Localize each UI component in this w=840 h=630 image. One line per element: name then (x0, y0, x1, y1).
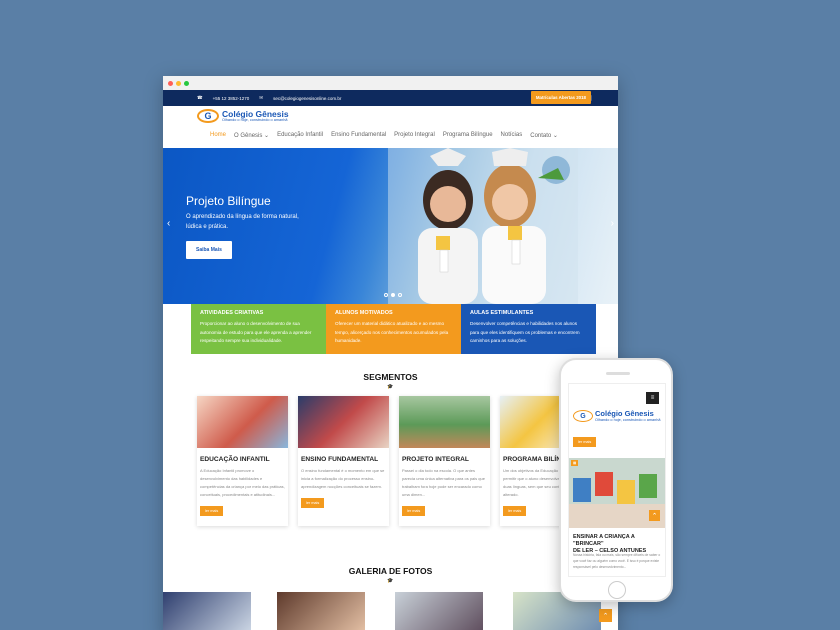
feature-title: AULAS ESTIMULANTES (470, 310, 534, 316)
gallery-photo[interactable] (277, 592, 365, 630)
close-dot[interactable] (168, 80, 173, 86)
feature-box: ATIVIDADES CRIATIVAS Proporcionar ao alu… (191, 304, 326, 354)
browser-window: ☎ +55 12 3852-1270 ✉ sec@colegiogenesiso… (163, 76, 618, 630)
hero-slider: Projeto Bilíngue O aprendizado da língua… (163, 148, 618, 304)
read-more-button[interactable]: ler mais (573, 437, 597, 447)
minimize-dot[interactable] (176, 80, 181, 86)
nav-contato[interactable]: Contato ⌄ (530, 132, 558, 139)
slider-dot[interactable] (391, 293, 395, 297)
maximize-dot[interactable] (184, 80, 189, 86)
logo-tagline: Olhando o hoje, construindo o amanhã (222, 118, 288, 122)
segment-text: O ensino fundamental é o momento em que … (301, 468, 385, 489)
nav-noticias[interactable]: Notícias (501, 132, 523, 139)
post-excerpt: Nossa história, fala ou mais, são sempre… (573, 553, 661, 569)
phone-speaker (606, 372, 630, 375)
read-more-button[interactable]: ler mais (200, 506, 224, 516)
feature-text: Desenvolver competências e habilidades n… (470, 321, 580, 343)
phone-home-button[interactable] (608, 581, 626, 599)
chevron-right-icon[interactable]: › (611, 218, 614, 229)
segment-card[interactable]: ENSINO FUNDAMENTAL O ensino fundamental … (298, 396, 389, 526)
phone-icon: ☎ (197, 95, 203, 100)
segment-cards: EDUCAÇÃO INFANTIL A Educação Infantil pr… (197, 396, 591, 526)
mail-icon: ✉ (259, 95, 264, 100)
feature-title: ALUNOS MOTIVADOS (335, 310, 393, 316)
hamburger-icon[interactable]: ≡ (646, 392, 659, 404)
slider-dots (384, 293, 402, 297)
email-link[interactable]: sec@colegiogenesisonline.com.br (273, 96, 341, 101)
date-badge-icon: ▦ (571, 460, 579, 466)
browser-chrome (163, 76, 618, 90)
segment-text: Passei o dia todo na escola. O que antes… (402, 468, 485, 497)
feature-text: Oferecer um material didático atualizado… (335, 321, 449, 343)
nav-programa-bilingue[interactable]: Programa Bilíngue (443, 132, 493, 139)
phone-logo-tagline: Olhando o hoje, construindo o amanhã (595, 418, 661, 422)
gallery-photo[interactable] (163, 592, 251, 630)
hero-cta-button[interactable]: Saiba Mais (186, 241, 232, 259)
segment-photo (298, 396, 389, 448)
phone-number: +55 12 3852-1270 (212, 95, 250, 101)
read-more-button[interactable]: ler mais (301, 498, 325, 508)
gallery-heading: GALERIA DE FOTOS (348, 566, 433, 576)
logo-mark-icon: G (197, 109, 219, 123)
segment-title: ENSINO FUNDAMENTAL (301, 456, 379, 463)
feature-box: AULAS ESTIMULANTES Desenvolver competênc… (461, 304, 596, 354)
nav-ensino-fundamental[interactable]: Ensino Fundamental (331, 132, 386, 139)
hero-title: Projeto Bilíngue (186, 194, 271, 208)
segment-card[interactable]: EDUCAÇÃO INFANTIL A Educação Infantil pr… (197, 396, 288, 526)
scroll-top-icon[interactable]: ⌃ (599, 609, 612, 622)
segments-heading: SEGMENTOS (363, 372, 418, 382)
segment-photo (399, 396, 490, 448)
scroll-top-icon[interactable]: ⌃ (649, 510, 660, 521)
logo-name: Colégio Gênesis (222, 109, 289, 119)
nav-educacao-infantil[interactable]: Educação Infantil (277, 132, 323, 139)
hero-text: O aprendizado da língua de forma natural… (186, 214, 299, 230)
segment-title: PROJETO INTEGRAL (402, 456, 469, 463)
phone-logo-name: Colégio Gênesis (595, 409, 654, 418)
nav-projeto-integral[interactable]: Projeto Integral (394, 132, 435, 139)
enrollment-button[interactable]: Matrículas Abertas 2018 (530, 91, 591, 104)
logo-mark-icon: G (573, 410, 593, 422)
segment-title: EDUCAÇÃO INFANTIL (200, 456, 270, 463)
phone-screen: ≡ G Colégio Gênesis Olhando o hoje, cons… (568, 383, 666, 577)
segment-text: A Educação Infantil promove o desenvolvi… (200, 468, 285, 497)
nav-o-genesis[interactable]: O Gênesis ⌄ (234, 132, 269, 139)
graduation-cap-icon: 🎓 (387, 578, 394, 584)
read-more-button[interactable]: ler mais (402, 506, 426, 516)
feature-box: ALUNOS MOTIVADOS Oferecer um material di… (326, 304, 461, 354)
slider-dot[interactable] (384, 293, 388, 297)
phone-logo[interactable]: G Colégio Gênesis Olhando o hoje, constr… (573, 410, 660, 422)
main-nav: Home O Gênesis ⌄ Educação Infantil Ensin… (210, 132, 558, 139)
feature-boxes: ATIVIDADES CRIATIVAS Proporcionar ao alu… (191, 304, 596, 354)
segment-card[interactable]: PROJETO INTEGRAL Passei o dia todo na es… (399, 396, 490, 526)
graduation-cap-icon: 🎓 (387, 384, 394, 390)
phone-mockup: ≡ G Colégio Gênesis Olhando o hoje, cons… (559, 358, 673, 602)
feature-title: ATIVIDADES CRIATIVAS (200, 310, 264, 316)
gallery-photo[interactable] (395, 592, 483, 630)
site-logo[interactable]: G Colégio Gênesis Olhando o hoje, constr… (197, 109, 289, 123)
feature-text: Proporcionar ao aluno o desenvolvimento … (200, 321, 312, 343)
chevron-left-icon[interactable]: ‹ (167, 218, 170, 229)
hero-photo (388, 148, 578, 304)
nav-home[interactable]: Home (210, 132, 226, 139)
read-more-button[interactable]: ler mais (503, 506, 527, 516)
segment-photo (197, 396, 288, 448)
slider-dot[interactable] (398, 293, 402, 297)
